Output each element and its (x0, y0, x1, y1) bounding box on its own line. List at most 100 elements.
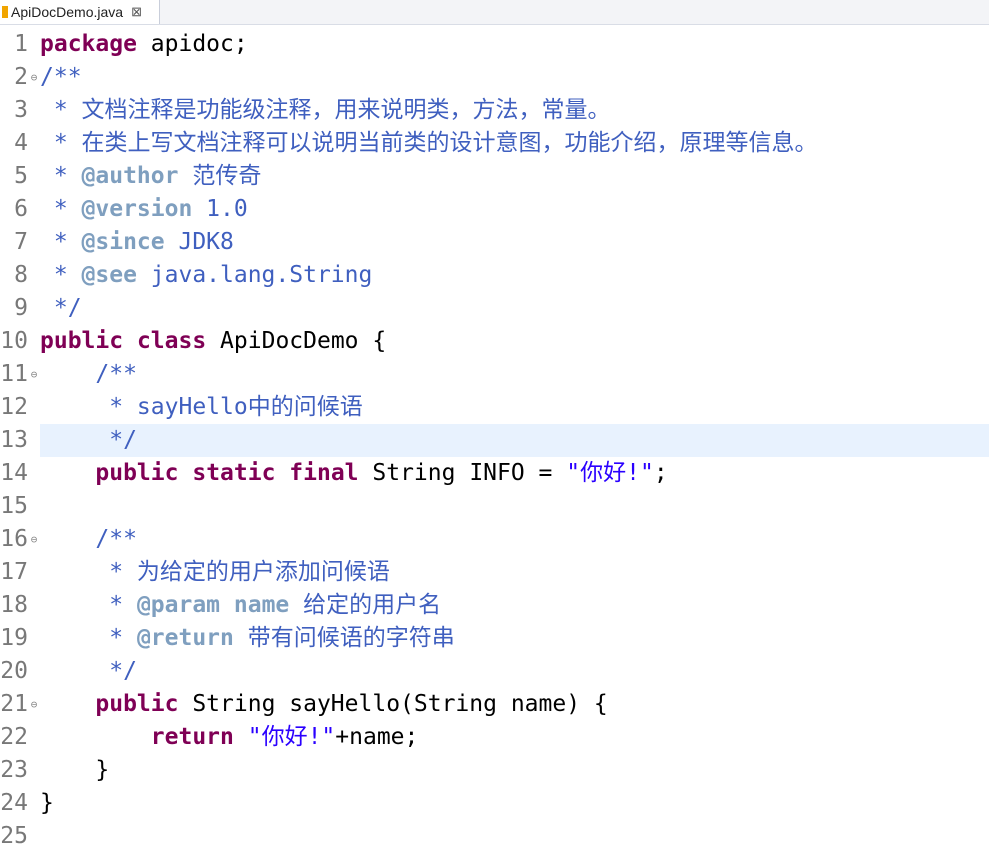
line-number: 4 (14, 130, 28, 156)
code-token: } (40, 790, 54, 816)
code-token: JDK8 (164, 229, 234, 255)
line-number: 15 (0, 493, 28, 519)
code-text: * @see java.lang.String (40, 259, 373, 292)
code-text: * @version 1.0 (40, 193, 248, 226)
code-line[interactable]: 14 public static final String INFO = "你好… (0, 457, 989, 490)
code-token: } (40, 757, 110, 783)
code-line[interactable]: 15 (0, 490, 989, 523)
tab-title: ApiDocDemo.java (11, 4, 124, 20)
current-line-highlight (40, 424, 989, 457)
code-line[interactable]: 21 ⊖ public String sayHello(String name) … (0, 688, 989, 721)
line-number: 2 (14, 64, 28, 90)
code-text: * @return 带有问候语的字符串 (40, 622, 455, 655)
code-token: +name; (335, 724, 419, 750)
code-text: /** (40, 61, 82, 94)
code-line[interactable]: 22 return "你好!"+name; (0, 721, 989, 754)
code-line[interactable]: 13 */ (0, 424, 989, 457)
code-token: */ (40, 658, 137, 684)
code-token: * (40, 229, 82, 255)
code-line[interactable]: 23 } (0, 754, 989, 787)
code-line[interactable]: 1 package apidoc; (0, 28, 989, 61)
code-text: /** (40, 358, 137, 391)
code-token: * 文档注释是功能级注释，用来说明类，方法，常量。 (40, 97, 611, 123)
line-number: 14 (0, 460, 28, 486)
code-text: public String sayHello(String name) { (40, 688, 607, 721)
code-token: return (150, 724, 234, 750)
code-text: /** (40, 523, 137, 556)
code-line[interactable]: 10 public class ApiDocDemo { (0, 325, 989, 358)
code-token: public (95, 460, 179, 486)
code-token: ; (653, 460, 668, 486)
code-token: 1.0 (192, 196, 248, 222)
close-icon[interactable]: ⊠ (131, 4, 142, 20)
code-token: * (40, 163, 82, 189)
code-text: */ (40, 292, 82, 325)
code-token: public (40, 328, 124, 354)
code-token: ApiDocDemo { (206, 328, 387, 354)
line-number: 3 (14, 97, 28, 123)
line-number: 7 (14, 229, 28, 255)
code-text: */ (40, 424, 137, 457)
code-line[interactable]: 9 */ (0, 292, 989, 325)
line-number: 23 (0, 757, 28, 783)
code-line[interactable]: 4 * 在类上写文档注释可以说明当前类的设计意图，功能介绍，原理等信息。 (0, 127, 989, 160)
code-token: /** (40, 526, 137, 552)
collapse-minus-icon[interactable]: ⊖ (28, 688, 40, 721)
line-number: 19 (0, 625, 28, 651)
code-line[interactable]: 18 * @param name 给定的用户名 (0, 589, 989, 622)
code-line[interactable]: 24} (0, 787, 989, 820)
line-number: 6 (14, 196, 28, 222)
code-line[interactable]: 8 * @see java.lang.String (0, 259, 989, 292)
code-token: @version (81, 196, 193, 222)
code-token: @author (81, 163, 179, 189)
code-token: /** (40, 361, 137, 387)
code-line[interactable]: 25 (0, 820, 989, 853)
code-text: * @author 范传奇 (40, 160, 262, 193)
code-line[interactable]: 2 ⊖/** (0, 61, 989, 94)
code-line[interactable]: 11 ⊖ /** (0, 358, 989, 391)
code-line[interactable]: 20 */ (0, 655, 989, 688)
code-line[interactable]: 12 * sayHello中的问候语 (0, 391, 989, 424)
code-line[interactable]: 3 * 文档注释是功能级注释，用来说明类，方法，常量。 (0, 94, 989, 127)
code-text: * 文档注释是功能级注释，用来说明类，方法，常量。 (40, 94, 611, 127)
collapse-minus-icon[interactable]: ⊖ (28, 61, 40, 94)
code-token: * (40, 625, 137, 651)
line-number: 9 (14, 295, 28, 321)
code-token: */ (40, 295, 82, 321)
code-token: static (192, 460, 276, 486)
code-text: return "你好!"+name; (40, 721, 419, 754)
code-token: * (40, 262, 82, 288)
code-line[interactable]: 19 * @return 带有问候语的字符串 (0, 622, 989, 655)
code-token: * sayHello中的问候语 (40, 394, 363, 420)
line-number: 24 (0, 790, 28, 816)
code-line[interactable]: 17 * 为给定的用户添加问候语 (0, 556, 989, 589)
code-token: java.lang.String (136, 262, 373, 288)
code-token: name (233, 592, 290, 618)
collapse-minus-icon[interactable]: ⊖ (28, 358, 40, 391)
line-number: 5 (14, 163, 28, 189)
code-token: * (40, 196, 82, 222)
line-number: 17 (0, 559, 28, 585)
java-file-icon (2, 6, 8, 18)
code-line[interactable]: 7 * @since JDK8 (0, 226, 989, 259)
code-line[interactable]: 16 ⊖ /** (0, 523, 989, 556)
line-number: 21 (0, 691, 28, 717)
code-token: * (40, 592, 137, 618)
code-line[interactable]: 6 * @version 1.0 (0, 193, 989, 226)
code-line[interactable]: 5 * @author 范传奇 (0, 160, 989, 193)
code-token: "你好!" (566, 460, 654, 486)
line-number: 25 (0, 823, 28, 849)
code-token: apidoc; (136, 31, 248, 57)
code-editor[interactable]: 1 package apidoc; 2 ⊖/** 3 * 文档注释是功能级注释，用来说明… (0, 28, 989, 857)
code-token: 给定的用户名 (289, 592, 442, 618)
collapse-minus-icon[interactable]: ⊖ (28, 523, 40, 556)
code-token: @since (81, 229, 165, 255)
code-token: 带有问候语的字符串 (233, 625, 455, 651)
tab-apidocdemo-java[interactable]: ApiDocDemo.java ⊠ (0, 0, 160, 24)
code-text: * @param name 给定的用户名 (40, 589, 441, 622)
